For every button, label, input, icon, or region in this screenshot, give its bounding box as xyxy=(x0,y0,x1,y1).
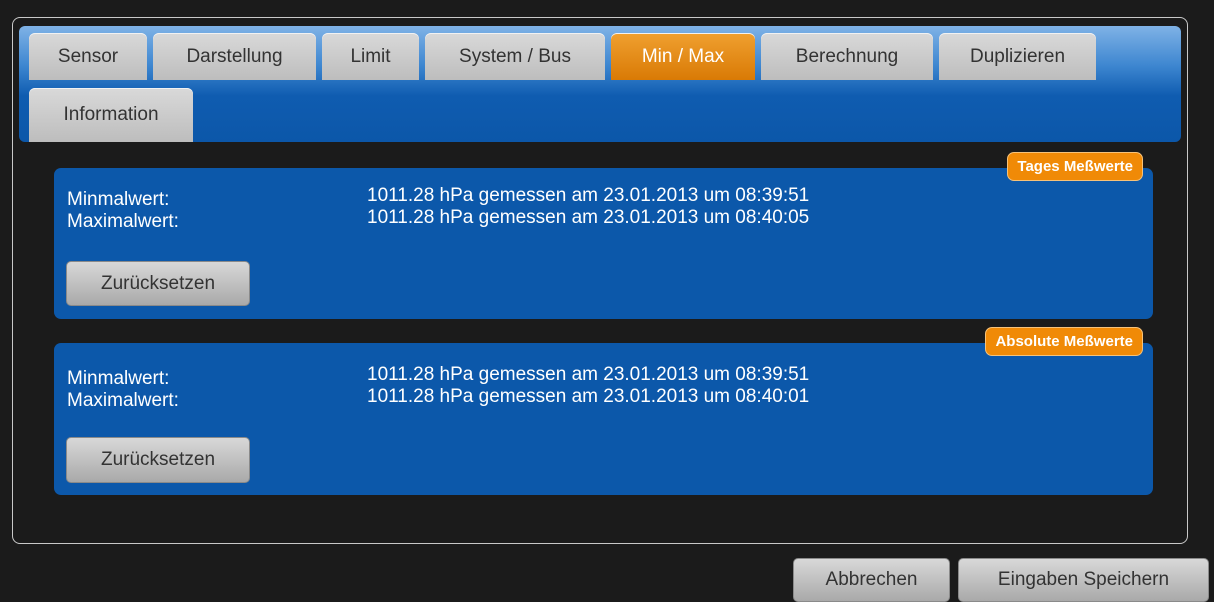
tab-system-bus[interactable]: System / Bus xyxy=(425,33,605,80)
absolute-min-value: 1011.28 hPa gemessen am 23.01.2013 um 08… xyxy=(367,364,810,385)
tab-min-max[interactable]: Min / Max xyxy=(611,33,755,80)
daily-values-badge: Tages Meßwerte xyxy=(1007,152,1143,181)
tab-berechnung[interactable]: Berechnung xyxy=(761,33,933,80)
daily-min-value: 1011.28 hPa gemessen am 23.01.2013 um 08… xyxy=(367,185,810,206)
daily-reset-button[interactable]: Zurücksetzen xyxy=(66,261,250,306)
settings-dialog: Sensor Darstellung Limit System / Bus Mi… xyxy=(12,17,1188,544)
absolute-values-panel: Absolute Meßwerte Minmalwert: 1011.28 hP… xyxy=(54,327,1153,495)
absolute-reset-button[interactable]: Zurücksetzen xyxy=(66,437,250,483)
absolute-values-badge: Absolute Meßwerte xyxy=(985,327,1143,356)
cancel-button[interactable]: Abbrechen xyxy=(793,558,950,602)
daily-values-panel: Tages Meßwerte Minmalwert: 1011.28 hPa g… xyxy=(54,152,1153,319)
tab-information[interactable]: Information xyxy=(29,88,193,142)
daily-max-label: Maximalwert: xyxy=(67,211,179,232)
tab-sensor[interactable]: Sensor xyxy=(29,33,147,80)
absolute-max-value: 1011.28 hPa gemessen am 23.01.2013 um 08… xyxy=(367,386,810,407)
daily-max-value: 1011.28 hPa gemessen am 23.01.2013 um 08… xyxy=(367,207,810,228)
save-button[interactable]: Eingaben Speichern xyxy=(958,558,1209,602)
absolute-max-label: Maximalwert: xyxy=(67,390,179,411)
tab-limit[interactable]: Limit xyxy=(322,33,419,80)
daily-min-label: Minmalwert: xyxy=(67,189,170,210)
tab-bar: Sensor Darstellung Limit System / Bus Mi… xyxy=(19,26,1181,142)
tab-darstellung[interactable]: Darstellung xyxy=(153,33,316,80)
tab-duplizieren[interactable]: Duplizieren xyxy=(939,33,1096,80)
absolute-min-label: Minmalwert: xyxy=(67,368,170,389)
